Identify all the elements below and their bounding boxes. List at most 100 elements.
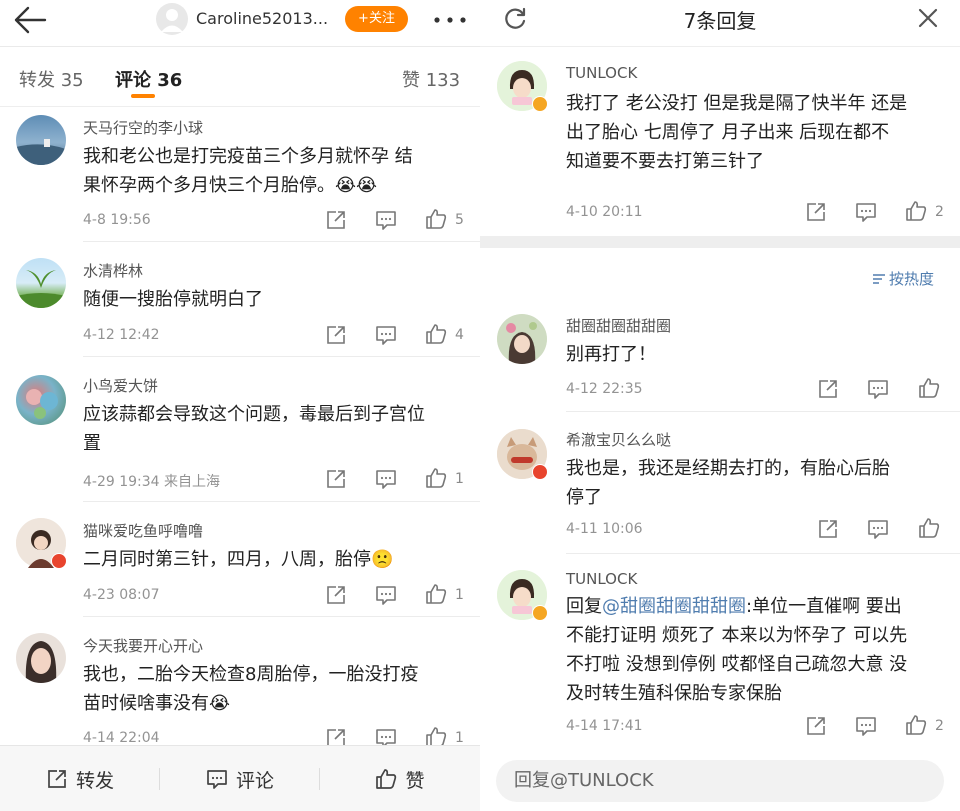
avatar[interactable] bbox=[497, 429, 548, 480]
share-icon[interactable] bbox=[817, 378, 839, 400]
share-icon[interactable] bbox=[325, 324, 347, 346]
close-icon[interactable] bbox=[917, 7, 939, 29]
tab-like[interactable]: 赞 133 bbox=[402, 66, 460, 92]
replies-title: 7条回复 bbox=[683, 9, 757, 33]
tab-repost[interactable]: 转发 35 bbox=[19, 66, 84, 92]
follow-button[interactable]: +关注 bbox=[345, 6, 408, 32]
comment-text-line: 我打了 老公没打 但是我是隔了快半年 还是 bbox=[566, 93, 908, 114]
comment-time: 4-29 19:34 来自上海 bbox=[83, 474, 221, 490]
like-icon[interactable] bbox=[905, 714, 927, 736]
tab-repost-count: 35 bbox=[60, 70, 84, 91]
repost-button[interactable]: 转发 bbox=[0, 746, 160, 811]
avatar[interactable] bbox=[16, 115, 66, 165]
more-options-icon[interactable] bbox=[433, 16, 467, 24]
original-comment[interactable]: TUNLOCK 我打了 老公没打 但是我是隔了快半年 还是 出了胎心 七周停了 … bbox=[480, 47, 960, 236]
author-name[interactable]: Caroline52013... bbox=[196, 9, 328, 28]
comment-icon bbox=[206, 768, 228, 790]
avatar[interactable] bbox=[497, 570, 548, 621]
like-icon[interactable] bbox=[918, 517, 940, 539]
comment-username[interactable]: 今天我要开心开心 bbox=[83, 635, 203, 656]
comment-text-line: 应该蒜都会导致这个问题，毒最后到子宫位 bbox=[83, 404, 425, 425]
comment-username[interactable]: 猫咪爱吃鱼呼噜噜 bbox=[83, 520, 203, 541]
verified-badge-icon bbox=[532, 96, 548, 112]
sort-label: 按热度 bbox=[889, 270, 935, 288]
replies-panel: 7条回复 TUNLOCK 我打了 老公没打 但是我是隔了快半年 还是 出了胎心 … bbox=[480, 0, 960, 811]
comment-time: 4-10 20:11 bbox=[566, 204, 643, 220]
verified-badge-icon bbox=[51, 553, 67, 569]
comment-text: 我也是，我还是经期去打的，有胎心后胎 停了 bbox=[566, 454, 950, 512]
comment-icon[interactable] bbox=[855, 201, 877, 223]
replies-header: 7条回复 bbox=[480, 0, 960, 40]
comment-button[interactable]: 评论 bbox=[160, 746, 320, 811]
tab-like-label: 赞 bbox=[402, 70, 420, 91]
like-icon[interactable] bbox=[425, 583, 447, 605]
comment-username[interactable]: TUNLOCK bbox=[566, 64, 637, 82]
comment-icon[interactable] bbox=[375, 324, 397, 346]
like-icon[interactable] bbox=[425, 323, 447, 345]
avatar[interactable] bbox=[497, 61, 548, 112]
reply-prefix: 回复 bbox=[566, 596, 602, 617]
comment-item[interactable]: 今天我要开心开心 我也，二胎今天检查8周胎停，一胎没打疫 苗时候啥事没有😭 4-… bbox=[0, 617, 480, 748]
comment-username[interactable]: 甜圈甜圈甜甜圈 bbox=[566, 315, 671, 336]
avatar[interactable] bbox=[16, 258, 66, 308]
comment-text-line: 随便一搜胎停就明白了 bbox=[83, 289, 263, 310]
avatar[interactable] bbox=[16, 518, 67, 569]
share-icon[interactable] bbox=[325, 468, 347, 490]
avatar[interactable] bbox=[16, 633, 66, 683]
share-icon[interactable] bbox=[817, 518, 839, 540]
verified-badge-icon bbox=[532, 464, 548, 480]
comment-username[interactable]: 小鸟爱大饼 bbox=[83, 375, 158, 396]
comment-text-line: 我也，二胎今天检查8周胎停，一胎没打疫 bbox=[83, 664, 419, 685]
sort-by-hot-button[interactable]: 按热度 bbox=[872, 268, 934, 289]
reply-item[interactable]: 甜圈甜圈甜甜圈 别再打了！ 4-12 22:35 bbox=[480, 300, 960, 412]
comment-text-line: 不打啦 没想到停例 哎都怪自己疏忽大意 没 bbox=[566, 654, 908, 675]
like-count: 2 bbox=[935, 718, 944, 734]
mention-link[interactable]: @甜圈甜圈甜甜圈 bbox=[602, 596, 746, 617]
weibo-post-detail-panel: Caroline52013... +关注 转发 35 评论 36 赞 133 天… bbox=[0, 0, 480, 811]
tab-repost-label: 转发 bbox=[19, 70, 55, 91]
comment-item[interactable]: 小鸟爱大饼 应该蒜都会导致这个问题，毒最后到子宫位 置 4-29 19:34 来… bbox=[0, 357, 480, 502]
active-tab-indicator bbox=[131, 94, 155, 98]
verified-badge-icon bbox=[532, 605, 548, 621]
like-icon[interactable] bbox=[425, 208, 447, 230]
comment-text-line: 停了 bbox=[566, 487, 602, 508]
like-icon[interactable] bbox=[918, 377, 940, 399]
section-divider bbox=[480, 236, 960, 248]
share-icon[interactable] bbox=[325, 209, 347, 231]
avatar[interactable] bbox=[156, 3, 188, 35]
comment-username[interactable]: 希澈宝贝么么哒 bbox=[566, 429, 671, 450]
reply-item[interactable]: TUNLOCK 回复@甜圈甜圈甜甜圈:单位一直催啊 要出 不能打证明 烦死了 本… bbox=[480, 554, 960, 754]
comment-username[interactable]: 水清桦林 bbox=[83, 260, 143, 281]
avatar[interactable] bbox=[497, 314, 547, 364]
comment-icon[interactable] bbox=[375, 584, 397, 606]
reply-item[interactable]: 希澈宝贝么么哒 我也是，我还是经期去打的，有胎心后胎 停了 4-11 10:06 bbox=[480, 412, 960, 554]
like-icon[interactable] bbox=[425, 467, 447, 489]
comment-item[interactable]: 天马行空的李小球 我和老公也是打完疫苗三个多月就怀孕 结 果怀孕两个多月快三个月… bbox=[0, 107, 480, 242]
share-icon[interactable] bbox=[325, 584, 347, 606]
comment-icon[interactable] bbox=[855, 715, 877, 737]
like-button[interactable]: 赞 bbox=[320, 746, 480, 811]
comment-icon[interactable] bbox=[867, 518, 889, 540]
comment-icon[interactable] bbox=[375, 209, 397, 231]
back-arrow-icon[interactable] bbox=[12, 4, 48, 36]
comment-username[interactable]: TUNLOCK bbox=[566, 570, 637, 588]
comment-text-line: 二月同时第三针，四月，八周，胎停🙁 bbox=[83, 549, 394, 570]
comment-item[interactable]: 水清桦林 随便一搜胎停就明白了 4-12 12:42 4 bbox=[0, 242, 480, 357]
comment-username[interactable]: 天马行空的李小球 bbox=[83, 117, 203, 138]
reply-input[interactable]: 回复@TUNLOCK bbox=[496, 760, 944, 802]
sort-icon bbox=[872, 272, 886, 286]
share-icon[interactable] bbox=[805, 201, 827, 223]
comment-text-line: 不能打证明 烦死了 本来以为怀孕了 可以先 bbox=[566, 625, 908, 646]
comment-time: 4-14 17:41 bbox=[566, 718, 643, 734]
comment-item[interactable]: 猫咪爱吃鱼呼噜噜 二月同时第三针，四月，八周，胎停🙁 4-23 08:07 1 bbox=[0, 502, 480, 617]
comment-text: 我和老公也是打完疫苗三个多月就怀孕 结 果怀孕两个多月快三个月胎停。😭😭 bbox=[83, 142, 465, 200]
like-count: 4 bbox=[455, 327, 464, 343]
avatar[interactable] bbox=[16, 375, 66, 425]
comment-icon[interactable] bbox=[867, 378, 889, 400]
share-icon[interactable] bbox=[805, 715, 827, 737]
like-icon[interactable] bbox=[905, 200, 927, 222]
comment-text: 应该蒜都会导致这个问题，毒最后到子宫位 置 bbox=[83, 400, 465, 458]
comment-icon[interactable] bbox=[375, 468, 397, 490]
tab-comment[interactable]: 评论 36 bbox=[115, 66, 182, 92]
tab-comment-label: 评论 bbox=[115, 70, 151, 91]
